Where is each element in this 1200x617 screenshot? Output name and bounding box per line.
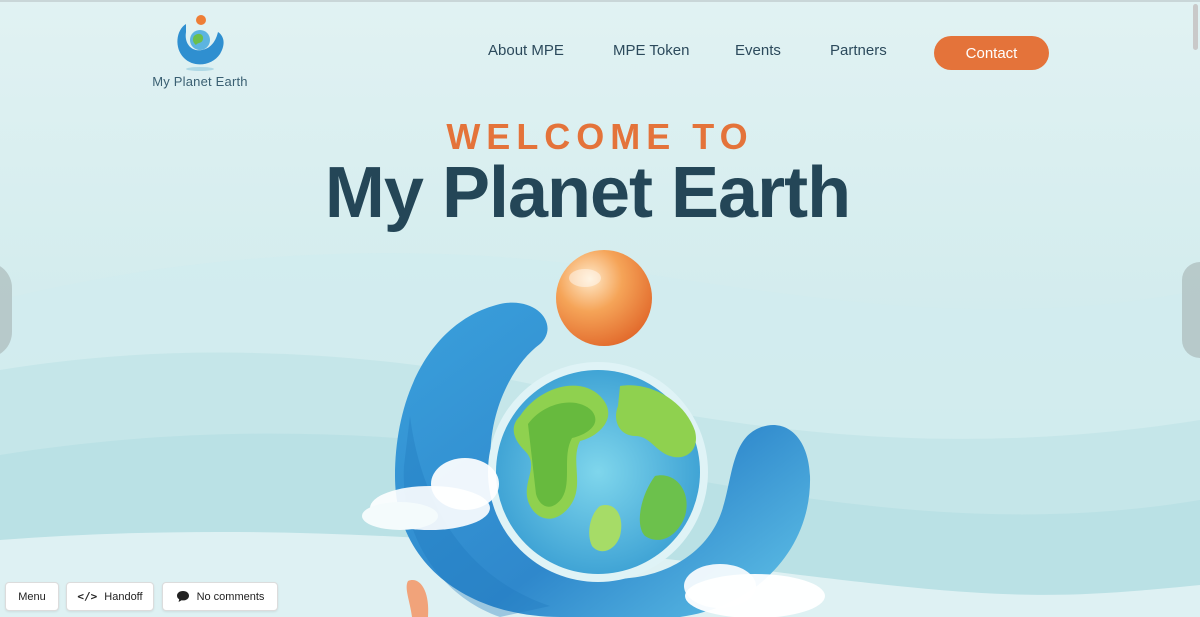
comments-label: No comments: [196, 590, 265, 603]
comments-button[interactable]: No comments: [162, 582, 278, 611]
handoff-label: Handoff: [104, 590, 143, 603]
contact-button[interactable]: Contact: [934, 36, 1049, 70]
hero-title: My Planet Earth: [324, 153, 851, 233]
carousel-next-arrow[interactable]: [1182, 262, 1200, 358]
nav-item-about-mpe[interactable]: About MPE: [488, 42, 564, 59]
brand-name: My Planet Earth: [152, 74, 248, 89]
nav-item-events[interactable]: Events: [735, 42, 781, 59]
menu-button[interactable]: Menu: [5, 582, 59, 611]
scrollbar[interactable]: [1193, 4, 1198, 50]
window-top-border: [0, 0, 1200, 2]
menu-label: Menu: [18, 590, 46, 603]
handoff-button[interactable]: </> Handoff: [66, 582, 154, 611]
nav-item-mpe-token[interactable]: MPE Token: [613, 42, 689, 59]
hero-planet-illustration: [362, 250, 825, 617]
comment-icon: [176, 591, 189, 602]
nav-item-partners[interactable]: Partners: [830, 42, 887, 59]
code-icon: </>: [77, 590, 98, 603]
